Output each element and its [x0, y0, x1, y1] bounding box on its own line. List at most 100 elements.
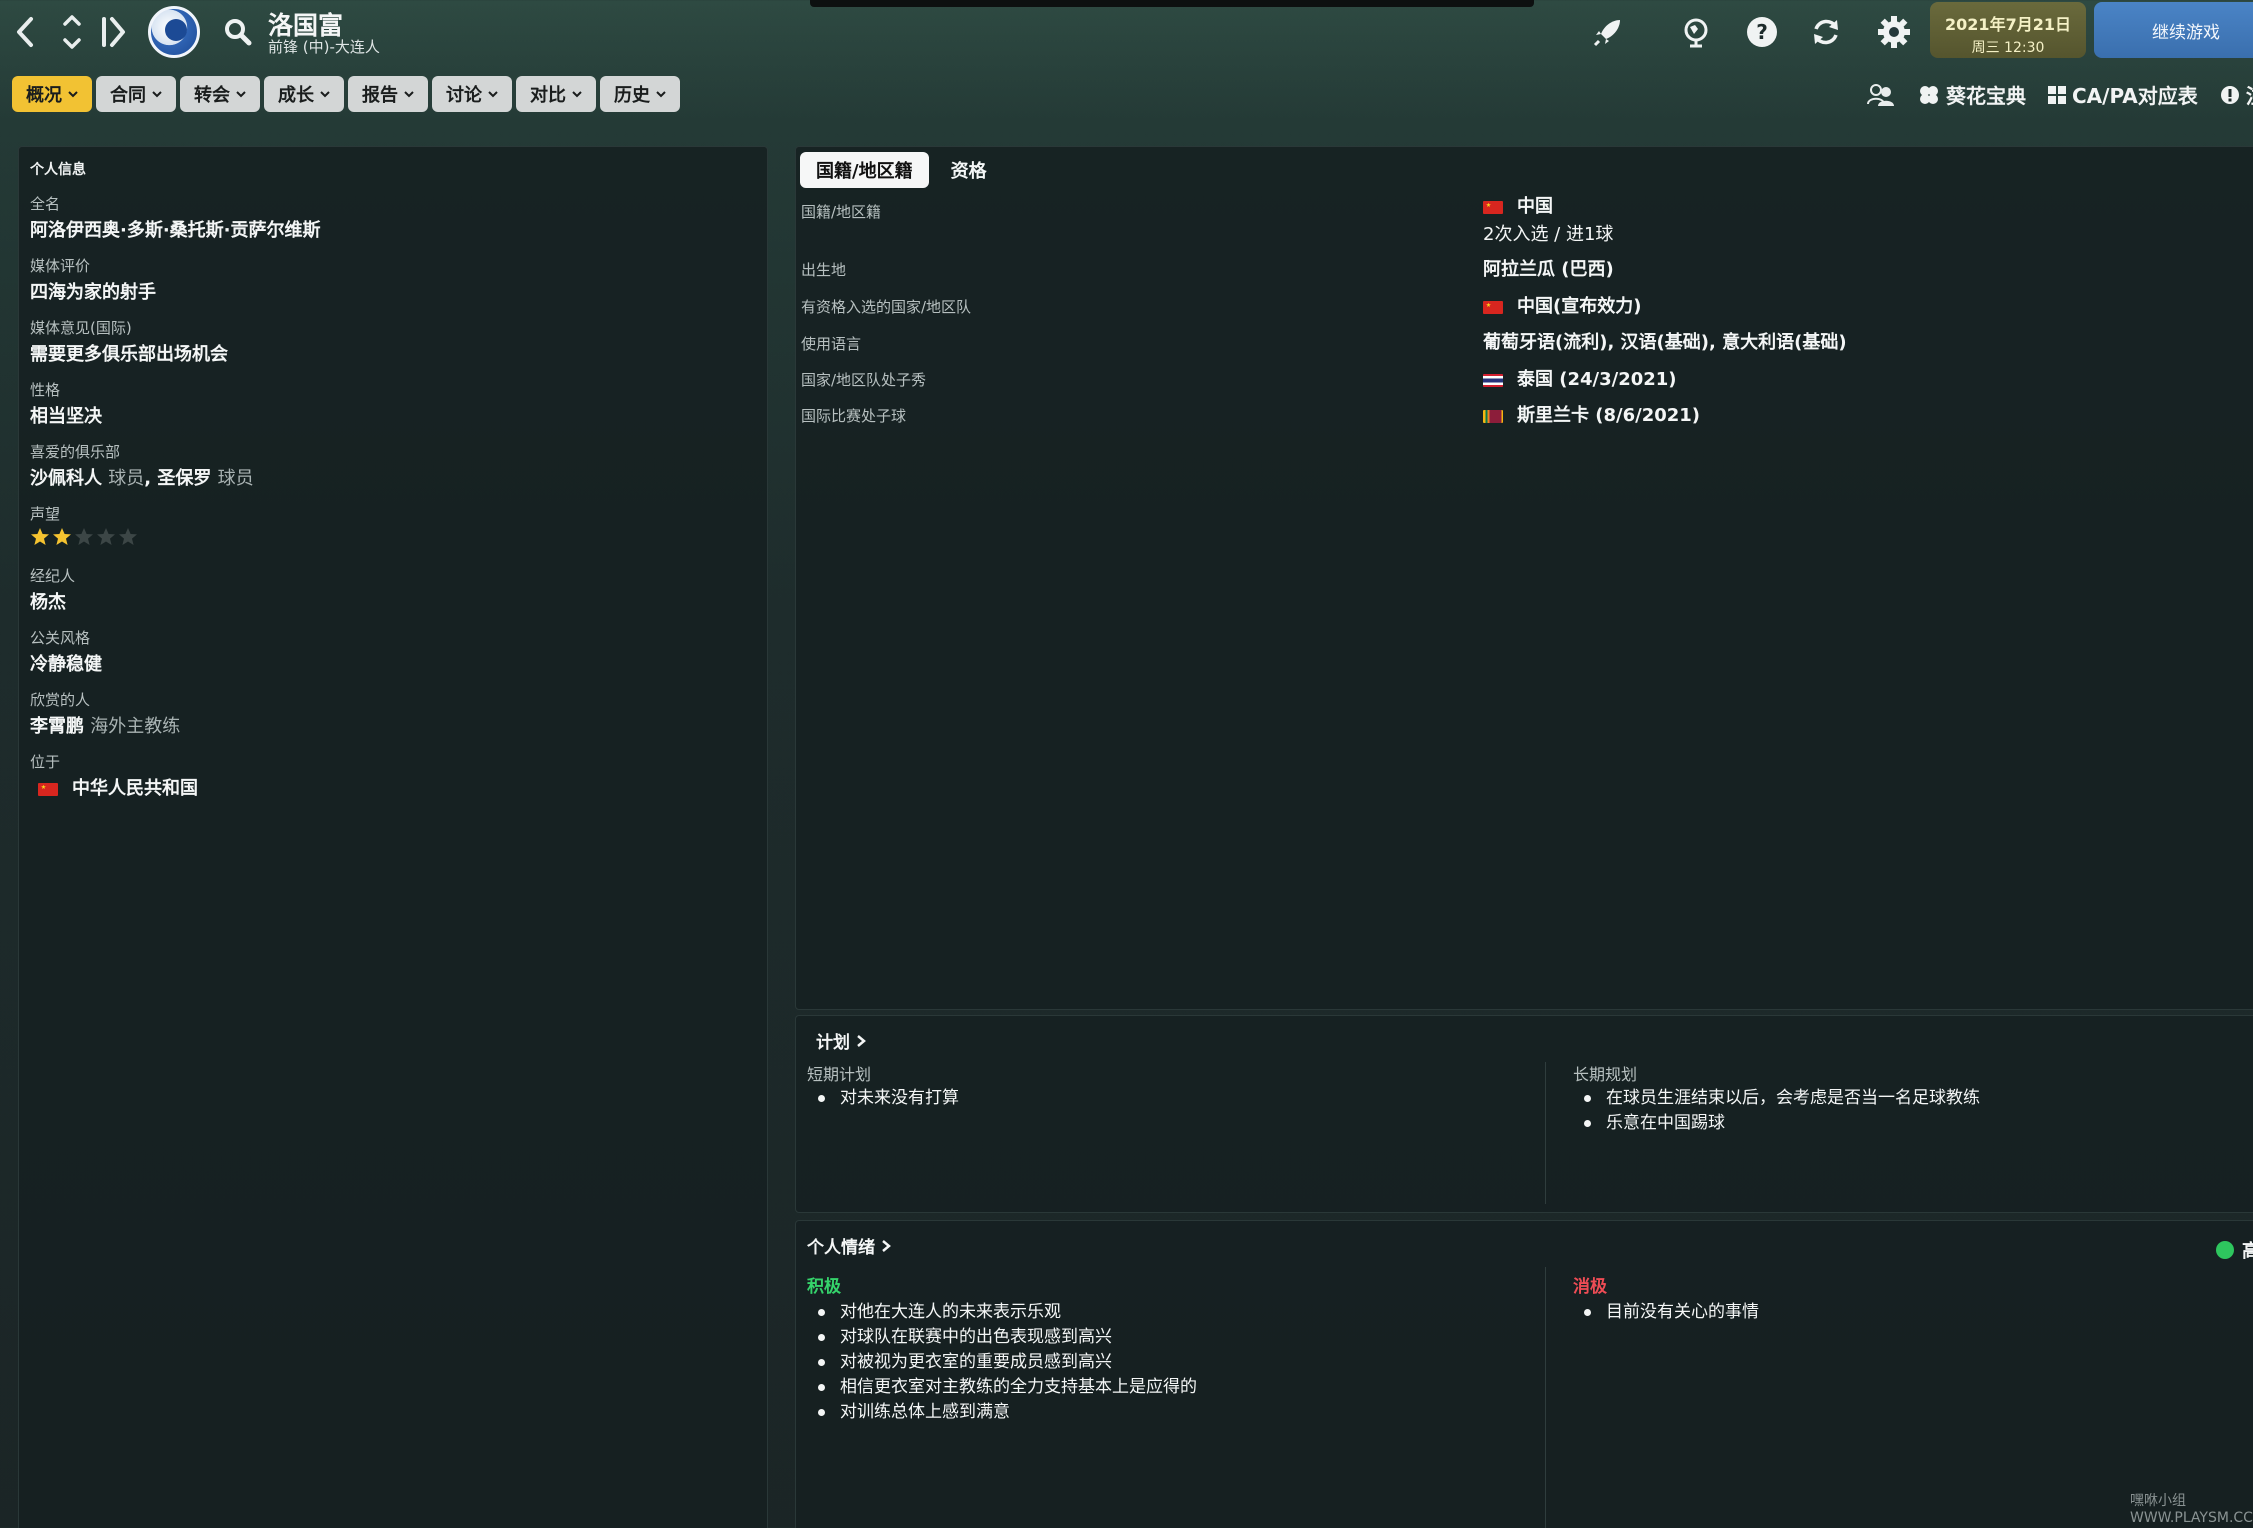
section-title: 个人情绪: [807, 1238, 875, 1258]
tab-discuss[interactable]: 讨论: [432, 76, 512, 112]
tab-eligibility[interactable]: 资格: [935, 152, 1003, 188]
people-icon: [1867, 83, 1894, 106]
mood-level-icon: [2216, 1241, 2234, 1259]
eligible-nation-value[interactable]: 中国(宣布效力): [1483, 292, 1641, 318]
search-icon[interactable]: [222, 16, 256, 50]
favourite-clubs-field: 喜爱的俱乐部 沙佩科人 球员, 圣保罗 球员: [30, 441, 254, 490]
birthplace-label: 出生地: [801, 261, 847, 279]
agent-field: 经纪人 杨杰: [30, 565, 75, 614]
field-label: 公关风格: [30, 629, 91, 647]
list-item: 对被视为更衣室的重要成员感到高兴: [807, 1350, 1197, 1375]
chevron-down-icon: [488, 91, 498, 98]
mood-level-text: 高: [2242, 1241, 2253, 1262]
tab-label: 成长: [278, 85, 314, 106]
chevron-right-icon: [882, 1239, 891, 1252]
tab-label: 转会: [194, 85, 230, 106]
tab-nationality[interactable]: 国籍/地区籍: [800, 152, 929, 188]
chevron-right-icon: [857, 1034, 866, 1047]
positive-label: 积极: [807, 1277, 841, 1297]
register-link[interactable]: 注册: [2220, 80, 2253, 109]
field-label: 全名: [30, 195, 61, 213]
favourite-clubs-value: 沙佩科人 球员, 圣保罗 球员: [30, 468, 254, 489]
chevron-down-icon: [656, 91, 666, 98]
tab-development[interactable]: 成长: [264, 76, 344, 112]
located-field: 位于 中华人民共和国: [30, 751, 198, 800]
ca-pa-table-link[interactable]: CA/PA对应表: [2048, 80, 2198, 109]
caps-goals-value: 2次入选 / 进1球: [1483, 224, 1614, 245]
player-position-club[interactable]: 前锋 (中)-大连人: [268, 36, 380, 57]
mood-indicator[interactable]: 高: [2216, 1237, 2253, 1263]
continue-game-button[interactable]: 继续游戏: [2094, 2, 2253, 58]
debut-value[interactable]: 泰国 (24/3/2021): [1483, 365, 1677, 391]
skip-forward-icon[interactable]: [94, 8, 134, 56]
chevron-down-icon: [236, 91, 246, 98]
performance-status-strip: [810, 0, 1534, 7]
help-icon[interactable]: ?: [1742, 12, 1782, 52]
debut-text: 泰国 (24/3/2021): [1517, 369, 1677, 390]
opinion-field: 媒体意见(国际) 需要更多俱乐部出场机会: [30, 317, 228, 366]
staff-compare-link[interactable]: [1866, 82, 1896, 108]
media-field: 媒体评价 四海为家的射手: [30, 255, 156, 304]
list-item: 对训练总体上感到满意: [807, 1400, 1197, 1425]
globe-icon[interactable]: [1676, 12, 1716, 52]
section-title: 计划: [816, 1033, 850, 1053]
settings-gear-icon[interactable]: [1874, 12, 1914, 52]
agent-value[interactable]: 杨杰: [30, 588, 75, 614]
info-icon: [2220, 85, 2239, 104]
tab-contract[interactable]: 合同: [96, 76, 176, 112]
field-label: 欣赏的人: [30, 691, 91, 709]
link-label: CA/PA对应表: [2072, 84, 2198, 108]
sri-lanka-flag-icon: [1483, 409, 1503, 423]
club-logo[interactable]: [148, 6, 200, 58]
media-value: 四海为家的射手: [30, 282, 156, 303]
located-value[interactable]: 中华人民共和国: [30, 774, 198, 800]
list-item: 对球队在联赛中的出色表现感到高兴: [807, 1325, 1197, 1350]
pr-style-value: 冷静稳健: [30, 654, 102, 675]
tab-label: 概况: [26, 85, 62, 106]
first-goal-label: 国际比赛处子球: [801, 407, 907, 425]
person-link[interactable]: 李霄鹏: [30, 716, 84, 737]
club-role: 球员: [217, 468, 254, 489]
tab-history[interactable]: 历史: [600, 76, 680, 112]
admires-value: 李霄鹏 海外主教练: [30, 712, 180, 738]
nationality-text: 中国: [1517, 196, 1553, 217]
tab-transfer[interactable]: 转会: [180, 76, 260, 112]
field-label: 喜爱的俱乐部: [30, 443, 121, 461]
clover-icon: [1920, 85, 1938, 104]
chevron-down-icon: [320, 91, 330, 98]
first-goal-value[interactable]: 斯里兰卡 (8/6/2021): [1483, 401, 1700, 427]
plans-header[interactable]: 计划: [816, 1028, 866, 1053]
mood-header[interactable]: 个人情绪: [807, 1233, 891, 1258]
tab-compare[interactable]: 对比: [516, 76, 596, 112]
languages-value: 葡萄牙语(流利), 汉语(基础), 意大利语(基础): [1483, 332, 1847, 353]
negative-label: 消极: [1573, 1277, 1607, 1297]
club-link[interactable]: 沙佩科人: [30, 468, 102, 489]
quick-links: 葵花宝典 CA/PA对应表 注册: [1866, 80, 2253, 109]
svg-text:?: ?: [1756, 20, 1768, 44]
field-label: 声望: [30, 505, 61, 523]
up-down-arrows-icon[interactable]: [52, 8, 92, 56]
tab-overview[interactable]: 概况: [12, 76, 92, 112]
rocket-icon[interactable]: [1588, 12, 1628, 52]
back-arrow-icon[interactable]: [6, 8, 46, 56]
china-flag-icon: [1483, 200, 1503, 214]
tab-reports[interactable]: 报告: [348, 76, 428, 112]
eligible-nation-label: 有资格入选的国家/地区队: [801, 298, 972, 316]
game-date[interactable]: 2021年7月21日 周三 12:30: [1930, 2, 2086, 58]
birthplace-value[interactable]: 阿拉兰瓜 (巴西): [1483, 255, 1614, 281]
nationality-value[interactable]: 中国: [1483, 192, 1553, 218]
reputation-stars: [30, 527, 138, 547]
star-empty-icon: [119, 528, 137, 545]
refresh-icon[interactable]: [1806, 12, 1846, 52]
club-link[interactable]: 圣保罗: [157, 468, 211, 489]
person-role: 海外主教练: [90, 716, 181, 737]
date-text: 2021年7月21日: [1945, 15, 2071, 34]
tab-label: 历史: [614, 85, 650, 106]
sunflower-guide-link[interactable]: 葵花宝典: [1918, 80, 2026, 109]
star-filled-icon: [31, 528, 49, 545]
field-label: 媒体评价: [30, 257, 91, 275]
chevron-down-icon: [152, 91, 162, 98]
personality-field: 性格 相当坚决: [30, 379, 102, 428]
star-empty-icon: [97, 528, 115, 545]
reputation-field: 声望: [30, 503, 138, 547]
